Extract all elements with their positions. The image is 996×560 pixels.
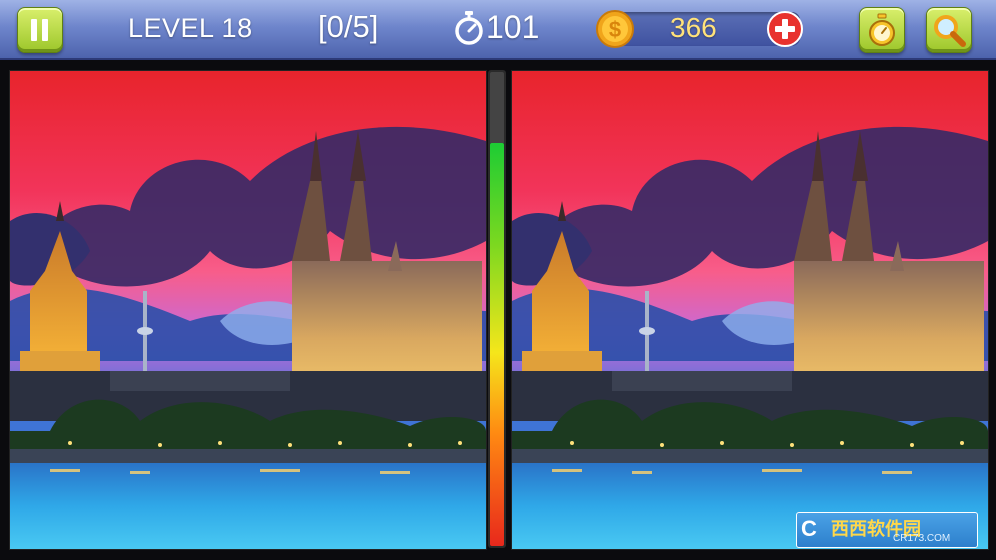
site-watermark: C 西西软件园 CR173.COM (796, 512, 978, 548)
found-counter: [0/5] (318, 9, 379, 44)
level-label: LEVEL 18 (128, 13, 253, 43)
pause-icon (31, 19, 49, 41)
meter-empty-part (490, 72, 504, 144)
meter-fill (490, 143, 504, 546)
pause-button[interactable] (17, 7, 63, 53)
add-coins-button[interactable] (766, 10, 804, 48)
time-progress-meter (488, 70, 506, 548)
zoom-button[interactable] (926, 7, 972, 53)
timer-value: 101 (486, 9, 540, 45)
watermark-subtext: CR173.COM (893, 533, 951, 544)
watermark-logo: C (801, 516, 817, 541)
cologne-cathedral-image-modified[interactable] (512, 71, 988, 549)
left-picture-panel[interactable] (9, 70, 487, 550)
hint-button[interactable] (859, 7, 905, 53)
magnifier-icon (934, 15, 966, 47)
dollar-coin-icon: $ (596, 10, 634, 48)
svg-text:$: $ (609, 17, 621, 42)
coin-count: 366 (670, 12, 717, 43)
stopwatch-icon (455, 11, 483, 45)
cologne-cathedral-image[interactable] (10, 71, 486, 549)
right-picture-panel[interactable] (511, 70, 989, 550)
stopwatch-icon (869, 13, 895, 46)
